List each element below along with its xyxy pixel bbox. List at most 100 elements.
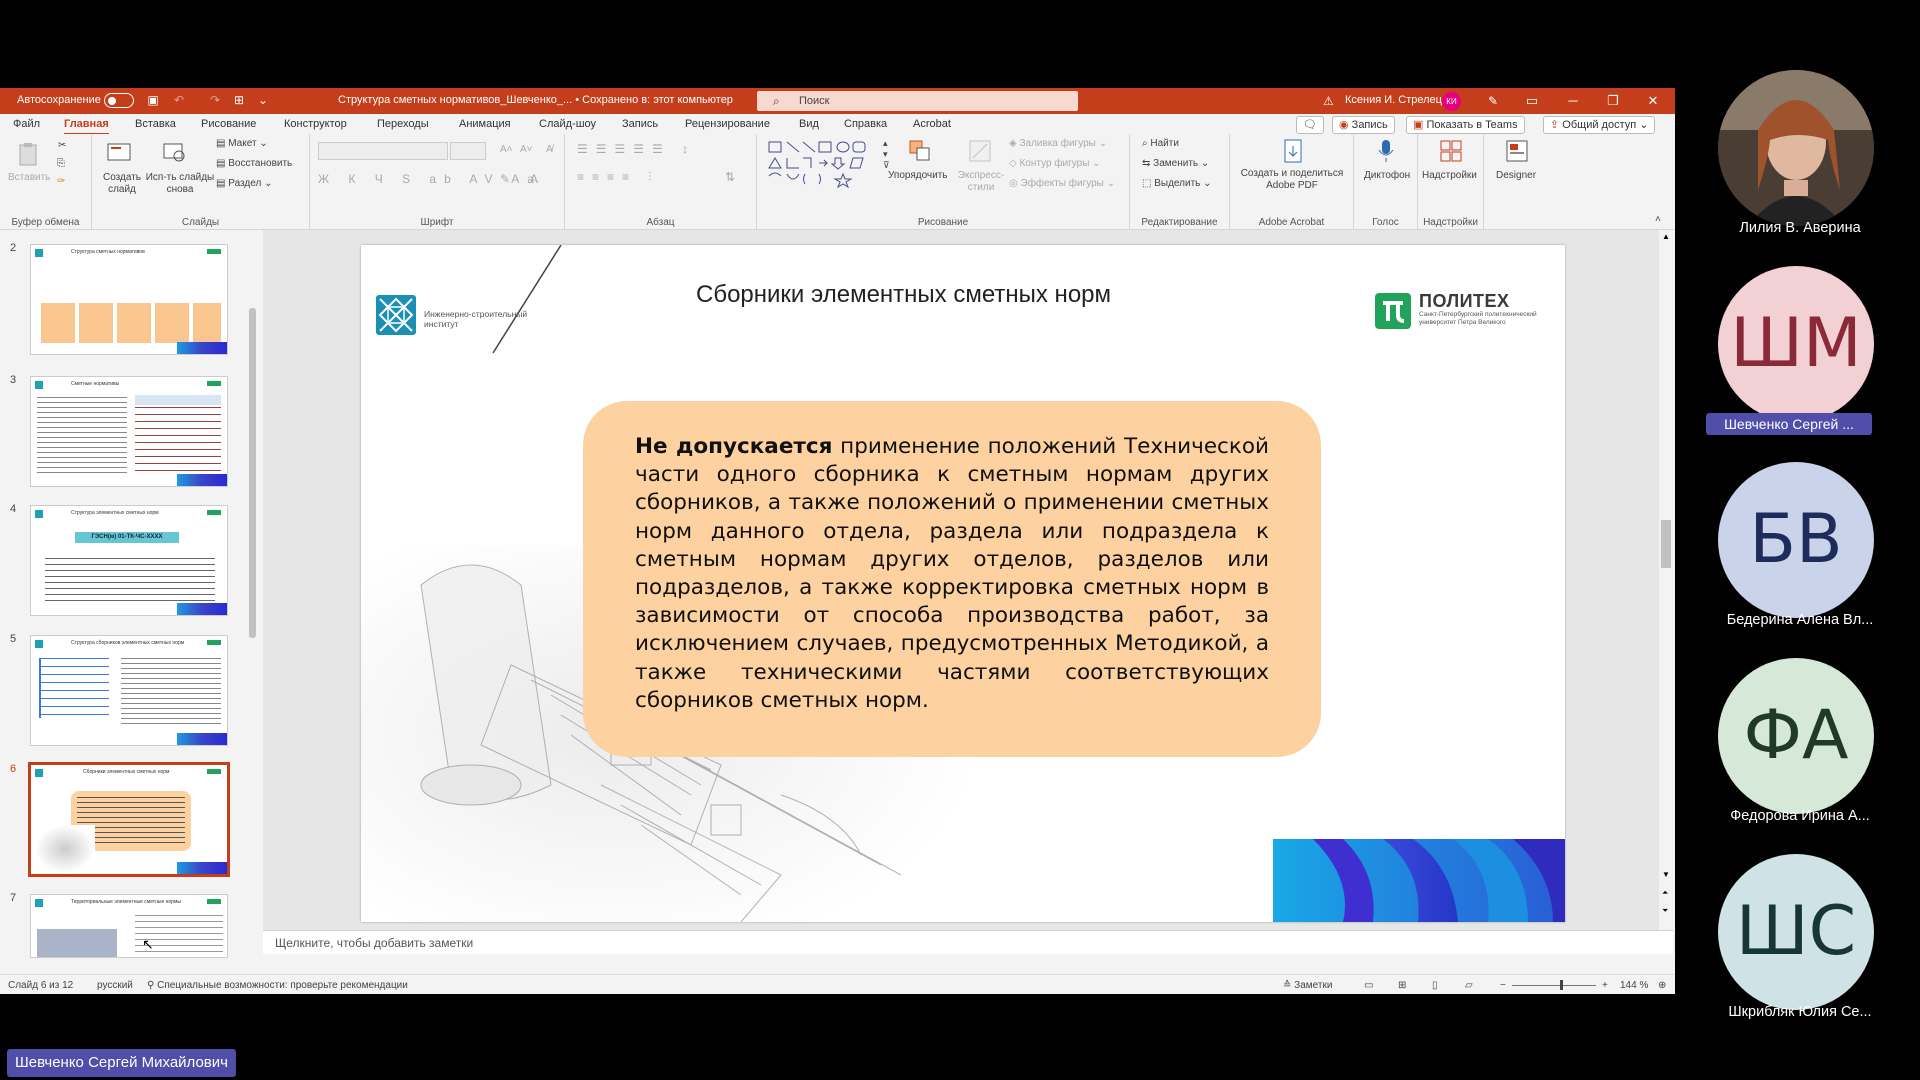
tab-help[interactable]: Справка — [844, 118, 887, 130]
microphone-icon[interactable] — [1373, 138, 1399, 164]
ribbon-display-icon[interactable]: ▭ — [1517, 92, 1547, 110]
slideshow-icon[interactable]: ▱ — [1465, 980, 1473, 991]
notes-toggle[interactable]: ≙ Заметки — [1283, 980, 1332, 991]
tab-animations[interactable]: Анимация — [459, 118, 511, 130]
slide-thumbnail-7[interactable]: Территориальные элементные сметные нормы — [30, 894, 228, 958]
tab-acrobat[interactable]: Acrobat — [913, 118, 951, 130]
designer-button[interactable]: Designer — [1496, 170, 1536, 181]
font-size-input[interactable] — [450, 142, 486, 160]
clear-format-icon[interactable]: A̸ — [546, 144, 553, 155]
paste-icon[interactable] — [16, 142, 42, 168]
shapes-gallery[interactable] — [765, 138, 883, 194]
teams-button[interactable]: ▣ Показать в Teams — [1406, 116, 1525, 134]
share-button[interactable]: ⇪ Общий доступ ⌄ — [1543, 116, 1656, 134]
language-indicator[interactable]: русский — [97, 980, 133, 991]
zoom-slider-thumb[interactable] — [1560, 980, 1563, 990]
autosave-toggle[interactable] — [104, 93, 134, 108]
save-icon[interactable]: ▣ — [146, 93, 160, 107]
user-avatar[interactable]: КИ — [1442, 92, 1461, 111]
tab-insert[interactable]: Вставка — [135, 118, 176, 130]
shape-effects-button[interactable]: ◎ Эффекты фигуры ⌄ — [1009, 178, 1115, 189]
reading-view-icon[interactable]: ▯ — [1432, 980, 1438, 991]
redo-icon[interactable]: ↷ — [208, 93, 222, 107]
section-button[interactable]: ▤ Раздел ⌄ — [216, 178, 272, 189]
fit-to-window-icon[interactable]: ⊕ — [1658, 980, 1666, 991]
designer-icon[interactable] — [1504, 138, 1530, 164]
zoom-level[interactable]: 144 % — [1620, 980, 1648, 991]
minimize-icon[interactable]: ─ — [1558, 92, 1588, 110]
document-title[interactable]: Структура сметных нормативов_Шевченко_..… — [338, 94, 733, 106]
arrange-button[interactable]: Упорядочить — [888, 170, 948, 181]
cut-icon[interactable]: ✂ — [58, 140, 66, 151]
tab-view[interactable]: Вид — [799, 118, 819, 130]
slide-counter[interactable]: Слайд 6 из 12 — [8, 980, 73, 991]
quick-styles-icon[interactable] — [967, 138, 993, 164]
tab-file[interactable]: Файл — [13, 118, 40, 130]
participant-tile-4[interactable]: ФА — [1718, 658, 1874, 814]
tab-home[interactable]: Главная — [64, 118, 109, 135]
scroll-down-icon[interactable]: ▼ — [1662, 870, 1670, 879]
select-button[interactable]: ⬚ Выделить ⌄ — [1142, 178, 1212, 189]
tab-draw[interactable]: Рисование — [201, 118, 256, 130]
copy-icon[interactable]: ⎘ — [57, 158, 65, 169]
new-slide-icon[interactable] — [106, 140, 132, 166]
tab-review[interactable]: Рецензирование — [685, 118, 770, 130]
arrange-icon[interactable] — [907, 138, 933, 164]
format-painter-icon[interactable]: ✑ — [57, 176, 65, 187]
user-name[interactable]: Ксения И. Стрелец — [1345, 94, 1442, 106]
participant-tile-1[interactable] — [1718, 70, 1874, 226]
tab-record[interactable]: Запись — [622, 118, 658, 130]
callout-box[interactable]: Не допускается применение положений Техн… — [583, 401, 1321, 757]
zoom-in-icon[interactable]: + — [1602, 980, 1608, 991]
find-button[interactable]: ⌕ Найти — [1142, 138, 1179, 149]
thumbnails-scroll-thumb[interactable] — [249, 308, 256, 638]
close-icon[interactable]: ✕ — [1638, 92, 1668, 110]
participant-tile-3[interactable]: БВ — [1718, 462, 1874, 618]
addins-button[interactable]: Надстройки — [1422, 170, 1477, 181]
slide-thumbnail-4[interactable]: Структура элементных сметных норм ГЭСН(м… — [30, 505, 228, 616]
addins-icon[interactable] — [1438, 138, 1464, 164]
prev-slide-icon[interactable]: ⏶ — [1662, 888, 1668, 898]
normal-view-icon[interactable]: ▭ — [1364, 980, 1373, 991]
font-shrink-icon[interactable]: A˅ — [520, 144, 533, 155]
restore-icon[interactable]: ❐ — [1598, 92, 1628, 110]
reset-button[interactable]: ▤ Восстановить — [216, 158, 292, 169]
font-grow-icon[interactable]: A˄ — [500, 144, 513, 155]
list-buttons[interactable]: ☰☰☰☰☰ ↕ — [577, 142, 696, 156]
align-buttons[interactable]: ≡≡≡≡ ⫶ — [577, 170, 659, 185]
create-pdf-button[interactable]: Создать и поделиться Adobe PDF — [1238, 168, 1346, 192]
thumbnails-scrollbar[interactable] — [247, 238, 258, 958]
new-slide-button[interactable]: Создать слайд — [100, 172, 144, 196]
slide-sorter-icon[interactable]: ⊞ — [1398, 980, 1406, 991]
comments-icon[interactable]: 🗨 — [1296, 116, 1324, 134]
slide-thumbnail-3[interactable]: Сметные нормативы — [30, 376, 228, 487]
text-direction-icon[interactable]: ⇅ — [725, 170, 735, 184]
shapes-scroll[interactable]: ▴ ▾ ⊽ — [883, 138, 890, 171]
zoom-slider[interactable] — [1512, 980, 1596, 990]
highlight-icon[interactable]: ✎ — [500, 172, 510, 186]
dictate-button[interactable]: Диктофон — [1364, 170, 1410, 181]
customize-qat-icon[interactable]: ⌄ — [256, 93, 270, 107]
slide-scrollbar[interactable]: ▲ ▼ ⏶ ⏷ — [1659, 230, 1673, 930]
scroll-up-icon[interactable]: ▲ — [1662, 232, 1670, 241]
quick-styles-button[interactable]: Экспресс-стили — [957, 170, 1005, 194]
collapse-ribbon-icon[interactable]: ˄ — [1655, 214, 1661, 225]
slide-thumbnail-6[interactable]: Сборники элементных сметных норм — [28, 762, 230, 877]
reuse-slides-icon[interactable] — [162, 140, 188, 166]
participant-tile-2[interactable]: ШМ — [1718, 266, 1874, 422]
search-box[interactable]: ⌕ Поиск — [757, 91, 1078, 111]
acrobat-pdf-icon[interactable] — [1280, 138, 1306, 164]
slide-thumbnail-2[interactable]: Структура сметных нормативов — [30, 244, 228, 355]
pen-icon[interactable]: ✎ — [1488, 94, 1498, 108]
slide-canvas[interactable]: Инженерно-строительный институт Сборники… — [361, 245, 1565, 922]
replace-button[interactable]: ⇆ Заменить ⌄ — [1142, 158, 1209, 169]
tab-slideshow[interactable]: Слайд-шоу — [539, 118, 596, 130]
zoom-out-icon[interactable]: − — [1500, 980, 1506, 991]
participant-tile-5[interactable]: ШС — [1718, 854, 1874, 1010]
reuse-slides-button[interactable]: Исп-ть слайды снова — [144, 172, 216, 196]
font-family-input[interactable] — [318, 142, 448, 160]
font-color-icon[interactable]: A — [530, 172, 538, 186]
paste-button[interactable]: Вставить — [8, 172, 50, 183]
present-icon[interactable]: ⊞ — [232, 93, 246, 107]
warning-icon[interactable]: ⚠ — [1323, 94, 1334, 108]
